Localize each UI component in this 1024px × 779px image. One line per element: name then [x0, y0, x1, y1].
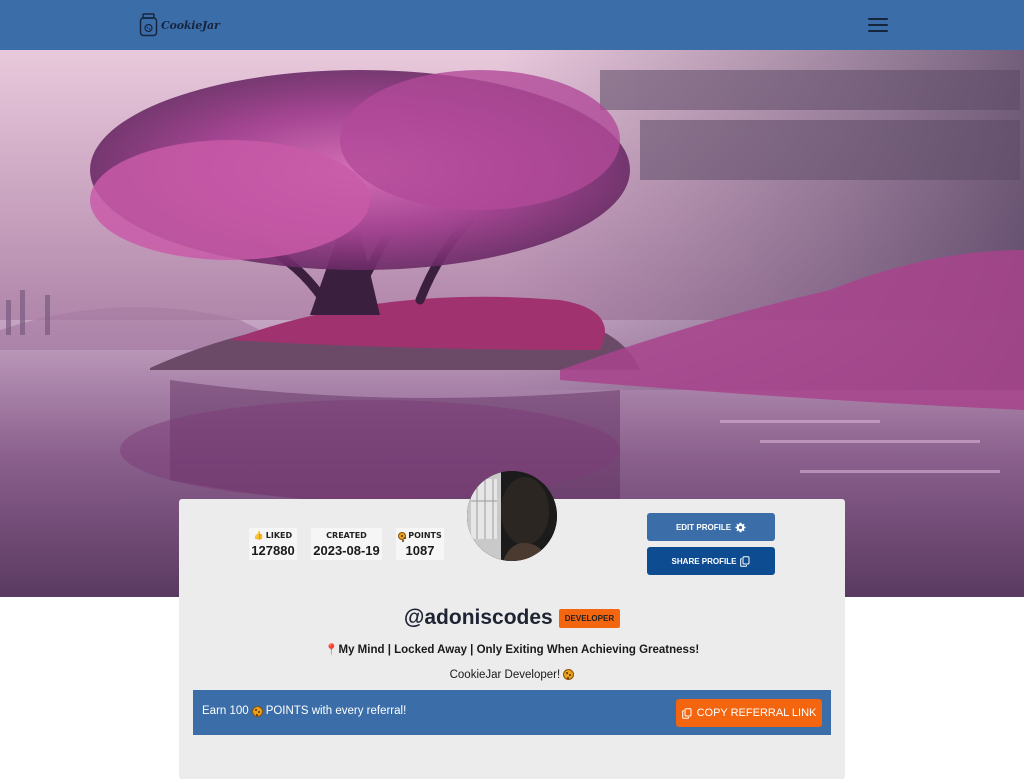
role-badge: DEVELOPER [558, 608, 621, 628]
copy-icon [740, 555, 750, 567]
thumbs-up-icon: 👍 [253, 531, 264, 540]
stat-liked: 👍 LIKED 127880 [249, 528, 297, 560]
referral-banner: Earn 100 POINTS with every referral! COP… [193, 690, 831, 735]
tagline: CookieJar Developer! [179, 669, 845, 681]
bio: 📍My Mind | Locked Away | Only Exiting Wh… [179, 643, 845, 656]
edit-profile-label: EDIT PROFILE [675, 522, 732, 532]
referral-text-after: POINTS with every referral! [265, 705, 407, 717]
cookie-icon [251, 705, 263, 717]
share-profile-label: SHARE PROFILE [671, 556, 737, 566]
stat-created-label: CREATED [326, 531, 367, 540]
brand-name: CookieJar [161, 18, 220, 32]
cookie-jar-icon [139, 13, 158, 37]
bio-text: My Mind | Locked Away | Only Exiting Whe… [338, 644, 700, 656]
referral-text-before: Earn 100 [202, 705, 249, 717]
gear-icon [735, 522, 746, 532]
copy-referral-link-label: COPY REFERRAL LINK [696, 707, 817, 719]
cookie-icon [563, 669, 575, 681]
stat-created: CREATED 2023-08-19 [311, 528, 382, 560]
stat-created-value: 2023-08-19 [313, 543, 380, 558]
share-profile-button[interactable]: SHARE PROFILE [647, 547, 775, 575]
tagline-text: CookieJar Developer! [449, 669, 561, 681]
avatar[interactable] [467, 471, 557, 561]
stat-liked-label: LIKED [265, 531, 293, 540]
stat-points-value: 1087 [405, 543, 435, 558]
copy-icon [681, 707, 692, 719]
copy-referral-link-button[interactable]: COPY REFERRAL LINK [676, 699, 822, 727]
stat-liked-value: 127880 [251, 543, 295, 558]
stat-points-label: POINTS [408, 531, 442, 540]
stat-points: POINTS 1087 [396, 528, 444, 560]
username: @adoniscodes [403, 606, 553, 629]
pin-icon: 📍 [324, 644, 339, 656]
cookie-icon [398, 532, 407, 540]
hamburger-icon[interactable] [866, 15, 890, 35]
edit-profile-button[interactable]: EDIT PROFILE [647, 513, 775, 541]
top-navbar: CookieJar [0, 0, 1024, 50]
referral-text: Earn 100 POINTS with every referral! [202, 705, 406, 717]
brand-logo[interactable]: CookieJar [139, 13, 220, 37]
